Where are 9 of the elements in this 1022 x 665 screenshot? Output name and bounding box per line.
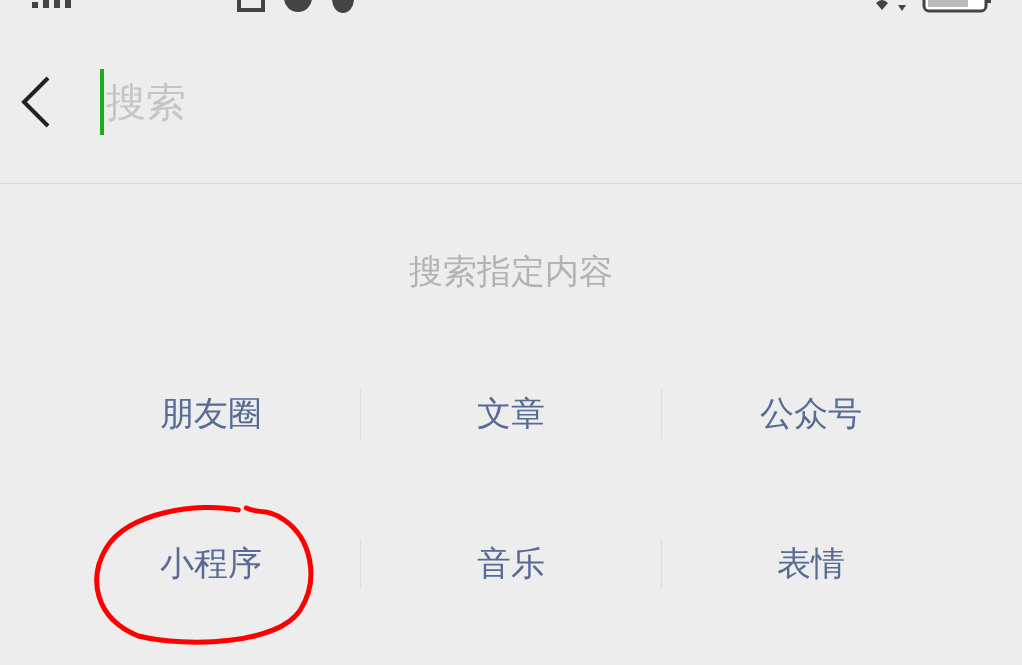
category-link[interactable]: 表情 [777, 538, 846, 589]
category-link[interactable]: 公众号 [760, 388, 863, 439]
text-cursor [100, 68, 104, 135]
section-title: 搜索指定内容 [409, 250, 613, 293]
category-link[interactable]: 音乐 [477, 538, 545, 589]
category-link[interactable]: 小程序 [159, 538, 262, 589]
back-icon[interactable] [20, 75, 52, 128]
category-link[interactable]: 朋友圈 [159, 388, 262, 439]
category-link[interactable]: 文章 [477, 388, 545, 439]
